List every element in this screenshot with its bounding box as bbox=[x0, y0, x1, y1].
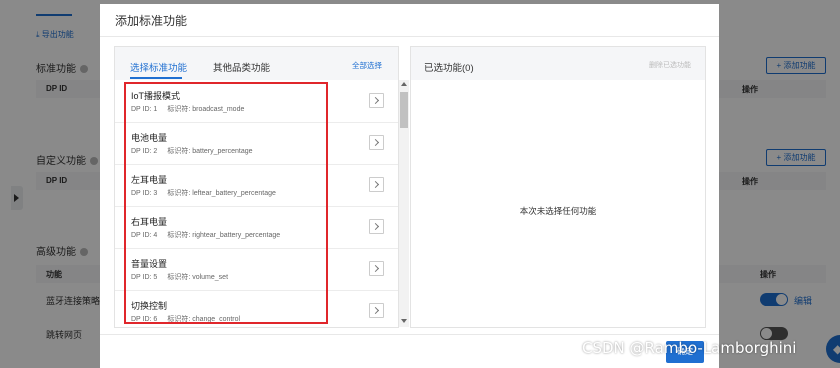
function-item[interactable]: IoT播报模式 DP ID: 1 标识符: broadcast_mode bbox=[115, 80, 398, 123]
chevron-right-icon[interactable] bbox=[369, 303, 384, 318]
chevron-right-icon[interactable] bbox=[369, 261, 384, 276]
scrollbar-thumb[interactable] bbox=[400, 92, 408, 128]
empty-message: 本次未选择任何功能 bbox=[519, 206, 597, 216]
function-item[interactable]: 电池电量 DP ID: 2 标识符: battery_percentage bbox=[115, 122, 398, 165]
function-meta: DP ID: 5 标识符: volume_set bbox=[131, 274, 229, 281]
function-list: IoT播报模式 DP ID: 1 标识符: broadcast_mode 电池电量… bbox=[115, 80, 398, 327]
function-item[interactable]: 音量设置 DP ID: 5 标识符: volume_set bbox=[115, 248, 398, 291]
function-name: 切换控制 bbox=[131, 301, 168, 311]
scrollbar[interactable] bbox=[399, 80, 409, 327]
function-meta: DP ID: 4 标识符: rightear_battery_percentage bbox=[131, 232, 281, 239]
scroll-up-arrow-icon[interactable] bbox=[401, 82, 407, 86]
function-list-panel: 选择标准功能 其他品类功能 全部选择 IoT播报模式 DP ID: 1 标识符: … bbox=[114, 46, 409, 328]
active-tab-indicator bbox=[130, 77, 182, 79]
tab-other-category-functions[interactable]: 其他品类功能 bbox=[213, 60, 270, 74]
tab-standard-functions[interactable]: 选择标准功能 bbox=[130, 60, 187, 74]
function-meta: DP ID: 3 标识符: leftear_battery_percentage bbox=[131, 190, 276, 197]
selected-functions-panel: 已选功能(0) 删除已选功能 本次未选择任何功能 bbox=[410, 46, 706, 328]
chevron-right-icon[interactable] bbox=[369, 177, 384, 192]
chevron-right-icon[interactable] bbox=[369, 93, 384, 108]
clear-selected-button[interactable]: 删除已选功能 bbox=[649, 60, 691, 70]
selected-count-title: 已选功能(0) bbox=[424, 63, 474, 74]
function-name: 左耳电量 bbox=[131, 175, 168, 185]
watermark: CSDN @Rambo-Lamborghini bbox=[582, 339, 797, 357]
function-meta: DP ID: 1 标识符: broadcast_mode bbox=[131, 106, 245, 113]
function-name: IoT播报模式 bbox=[131, 91, 181, 101]
chevron-right-icon[interactable] bbox=[369, 219, 384, 234]
function-name: 右耳电量 bbox=[131, 217, 168, 227]
function-meta: DP ID: 6 标识符: change_control bbox=[131, 316, 241, 323]
modal-title: 添加标准功能 bbox=[115, 14, 188, 28]
add-function-modal: 添加标准功能 选择标准功能 其他品类功能 全部选择 IoT播报模式 DP ID:… bbox=[100, 4, 719, 368]
function-item[interactable]: 左耳电量 DP ID: 3 标识符: leftear_battery_percen… bbox=[115, 164, 398, 207]
divider bbox=[100, 36, 719, 37]
panel-header: 已选功能(0) 删除已选功能 bbox=[411, 47, 705, 80]
scroll-down-arrow-icon[interactable] bbox=[401, 319, 407, 323]
panel-header: 选择标准功能 其他品类功能 全部选择 bbox=[115, 47, 398, 80]
function-name: 音量设置 bbox=[131, 259, 168, 269]
select-all-button[interactable]: 全部选择 bbox=[352, 60, 382, 71]
function-item[interactable]: 右耳电量 DP ID: 4 标识符: rightear_battery_perce… bbox=[115, 206, 398, 249]
function-meta: DP ID: 2 标识符: battery_percentage bbox=[131, 148, 253, 155]
footer-divider bbox=[100, 334, 719, 335]
chevron-right-icon[interactable] bbox=[369, 135, 384, 150]
function-name: 电池电量 bbox=[131, 133, 168, 143]
function-item[interactable]: 切换控制 DP ID: 6 标识符: change_control bbox=[115, 290, 398, 327]
